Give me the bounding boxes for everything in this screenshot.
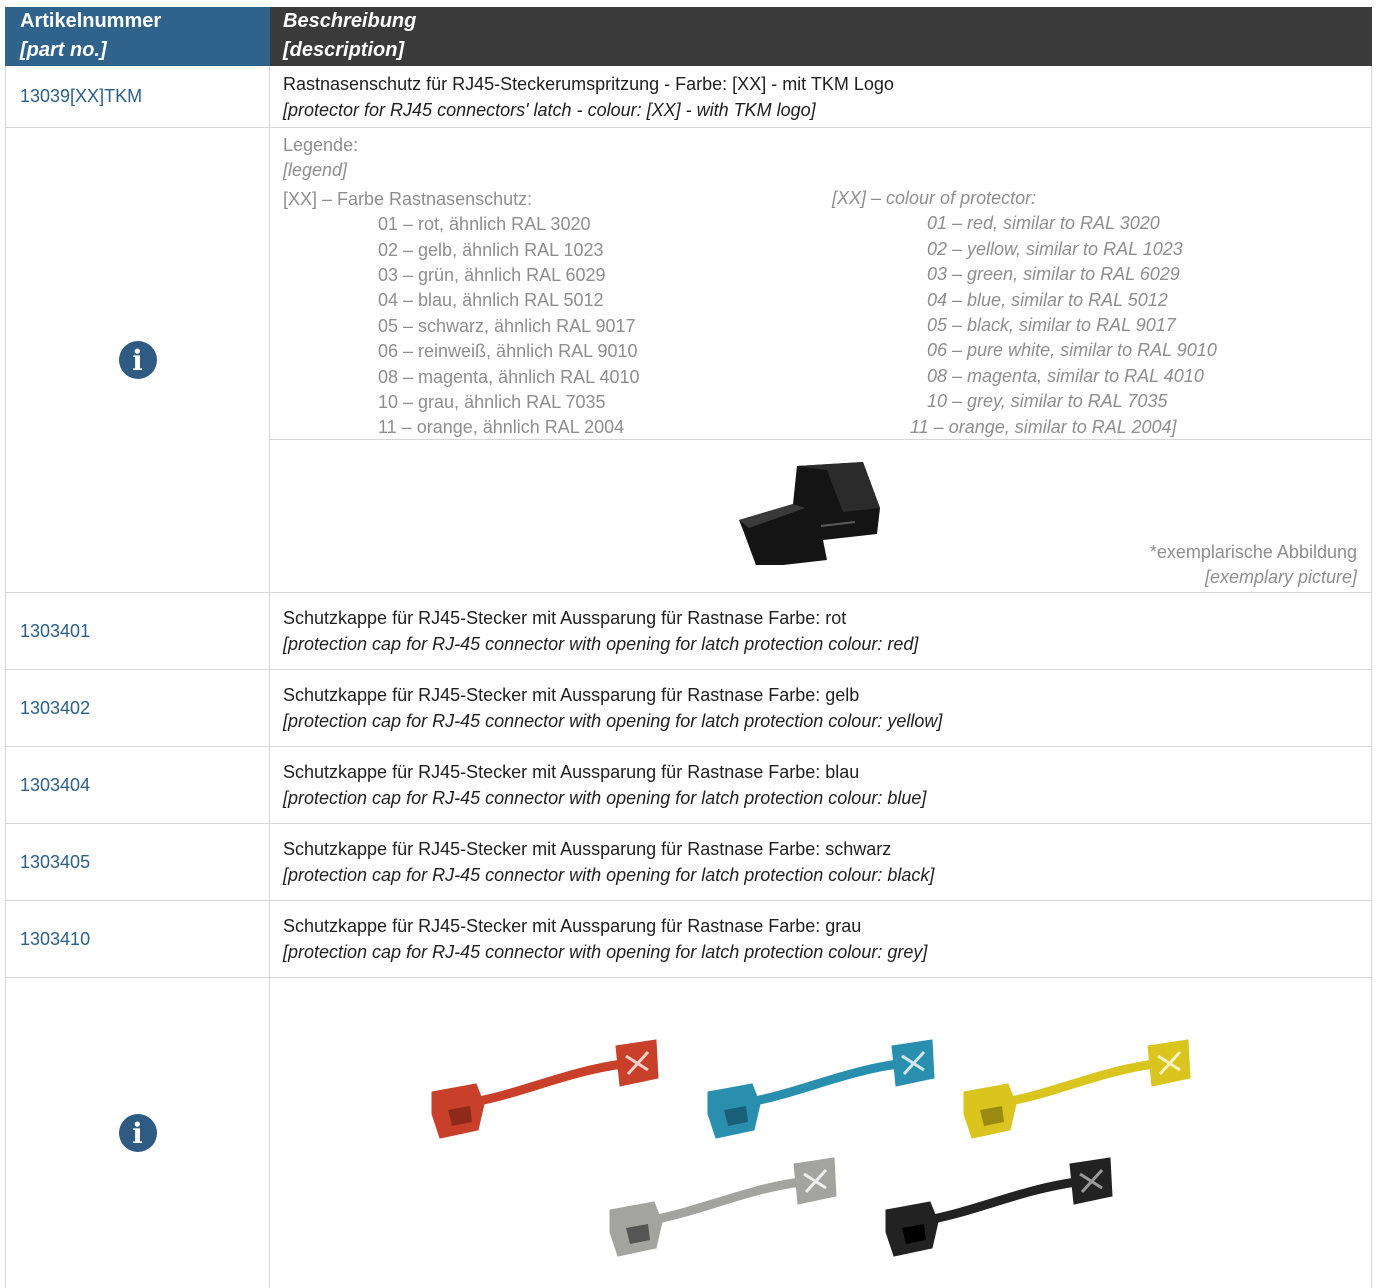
- header-part-no: Artikelnummer [part no.]: [5, 7, 270, 66]
- header-description-de: Beschreibung: [283, 10, 417, 32]
- header-description: Beschreibung [description]: [270, 7, 1372, 66]
- description-de: Schutzkappe für RJ45-Stecker mit Ausspar…: [283, 916, 862, 936]
- cap-blue: [708, 1040, 934, 1138]
- cap-black: [886, 1158, 1112, 1256]
- list-item: 01 – rot, ähnlich RAL 3020: [378, 214, 591, 235]
- description: Rastnasenschutz für RJ45-Steckerumspritz…: [270, 66, 1372, 127]
- description: Schutzkappe für RJ45-Stecker mit Ausspar…: [270, 824, 1372, 900]
- description-de: Schutzkappe für RJ45-Stecker mit Ausspar…: [283, 608, 847, 628]
- legend-heading-de: [XX] – Farbe Rastnasenschutz:: [283, 188, 533, 209]
- table-header: Artikelnummer [part no.] Beschreibung [d…: [5, 7, 1372, 66]
- legend-title-de: Legende:: [283, 135, 359, 155]
- part-number-link[interactable]: 1303410: [5, 901, 270, 977]
- table-row: 1303401 Schutzkappe für RJ45-Stecker mit…: [5, 593, 1372, 670]
- table-row: 1303404 Schutzkappe für RJ45-Stecker mit…: [5, 747, 1372, 824]
- description-de: Rastnasenschutz für RJ45-Steckerumspritz…: [283, 73, 894, 94]
- protection-caps-image: [270, 978, 1367, 1284]
- header-description-en: [description]: [283, 39, 405, 61]
- description-de: Schutzkappe für RJ45-Stecker mit Ausspar…: [283, 839, 892, 859]
- table-row: 1303410 Schutzkappe für RJ45-Stecker mit…: [5, 901, 1372, 978]
- legend-german: Legende: [legend] [XX] – Farbe Rastnasen…: [283, 133, 640, 441]
- description-en: [protection cap for RJ-45 connector with…: [283, 634, 919, 654]
- example-image-area: *exemplarische Abbildung [exemplary pict…: [270, 439, 1371, 592]
- caption-en: [exemplary picture]: [1204, 567, 1357, 587]
- description-de: Schutzkappe für RJ45-Stecker mit Ausspar…: [283, 685, 860, 705]
- list-item: 08 – magenta, similar to RAL 4010: [927, 365, 1204, 386]
- list-item: 03 – grün, ähnlich RAL 6029: [378, 265, 606, 286]
- description: Schutzkappe für RJ45-Stecker mit Ausspar…: [270, 901, 1372, 977]
- legend-english: [XX] – colour of protector: 01 – red, si…: [832, 183, 1217, 440]
- description: Schutzkappe für RJ45-Stecker mit Ausspar…: [270, 670, 1372, 746]
- list-item: 11 – orange, ähnlich RAL 2004: [378, 417, 625, 438]
- cap-red: [432, 1040, 658, 1138]
- list-item: 10 – grau, ähnlich RAL 7035: [378, 392, 606, 413]
- info-icon[interactable]: i: [118, 1114, 157, 1152]
- legend-items-de: 01 – rot, ähnlich RAL 3020 02 – gelb, äh…: [283, 212, 640, 441]
- description-en: [protection cap for RJ-45 connector with…: [283, 942, 928, 962]
- caps-image-cell: [270, 978, 1372, 1288]
- info-icon[interactable]: i: [118, 341, 157, 379]
- legend-title-en: [legend]: [283, 160, 348, 181]
- legend-cell: Legende: [legend] [XX] – Farbe Rastnasen…: [270, 128, 1372, 592]
- part-number-link[interactable]: 1303402: [5, 670, 270, 746]
- list-item: 05 – black, similar to RAL 9017: [927, 315, 1176, 336]
- part-number-link[interactable]: 13039[XX]TKM: [5, 66, 270, 127]
- cap-yellow: [964, 1040, 1190, 1138]
- table-row: 13039[XX]TKM Rastnasenschutz für RJ45-St…: [5, 66, 1372, 128]
- description-en: [protection cap for RJ-45 connector with…: [283, 865, 935, 885]
- caption-de: *exemplarische Abbildung: [1149, 542, 1357, 562]
- description-en: [protection cap for RJ-45 connector with…: [283, 788, 927, 808]
- list-item: 06 – reinweiß, ähnlich RAL 9010: [378, 341, 638, 362]
- list-item: 02 – gelb, ähnlich RAL 1023: [378, 239, 604, 260]
- description: Schutzkappe für RJ45-Stecker mit Ausspar…: [270, 593, 1372, 669]
- list-item: 08 – magenta, ähnlich RAL 4010: [378, 366, 640, 387]
- legend-items-en: 01 – red, similar to RAL 3020 02 – yello…: [832, 211, 1217, 440]
- caps-image-row: i: [5, 978, 1372, 1288]
- list-item: 11 – orange, similar to RAL 2004]: [910, 416, 1177, 437]
- header-part-no-en: [part no.]: [20, 39, 107, 61]
- info-cell: i: [5, 128, 270, 592]
- header-part-no-de: Artikelnummer: [20, 10, 162, 32]
- color-legend: Legende: [legend] [XX] – Farbe Rastnasen…: [270, 128, 1371, 439]
- list-item: 06 – pure white, similar to RAL 9010: [927, 340, 1217, 361]
- legend-row: i Legende: [legend] [XX] – Farbe Rastnas…: [5, 128, 1372, 593]
- part-number-link[interactable]: 1303405: [5, 824, 270, 900]
- cap-grey: [610, 1158, 836, 1256]
- legend-heading-en: [XX] – colour of protector:: [832, 188, 1037, 208]
- image-caption: *exemplarische Abbildung [exemplary pict…: [1150, 540, 1357, 590]
- table-row: 1303402 Schutzkappe für RJ45-Stecker mit…: [5, 670, 1372, 747]
- description-de: Schutzkappe für RJ45-Stecker mit Ausspar…: [283, 762, 860, 782]
- part-number-link[interactable]: 1303401: [5, 593, 270, 669]
- latch-protector-image: [739, 462, 880, 565]
- description-en: [protection cap for RJ-45 connector with…: [283, 711, 943, 731]
- info-cell: i: [5, 978, 270, 1288]
- list-item: 04 – blue, similar to RAL 5012: [927, 289, 1168, 310]
- description-en: [protector for RJ45 connectors' latch - …: [283, 99, 816, 120]
- list-item: 03 – green, similar to RAL 6029: [927, 264, 1180, 285]
- list-item: 05 – schwarz, ähnlich RAL 9017: [378, 315, 636, 336]
- list-item: 01 – red, similar to RAL 3020: [927, 213, 1160, 234]
- parts-table: Artikelnummer [part no.] Beschreibung [d…: [5, 7, 1372, 1288]
- list-item: 10 – grey, similar to RAL 7035: [927, 391, 1168, 412]
- list-item: 02 – yellow, similar to RAL 1023: [927, 238, 1183, 259]
- description: Schutzkappe für RJ45-Stecker mit Ausspar…: [270, 747, 1372, 823]
- table-row: 1303405 Schutzkappe für RJ45-Stecker mit…: [5, 824, 1372, 901]
- list-item: 04 – blau, ähnlich RAL 5012: [378, 290, 604, 311]
- part-number-link[interactable]: 1303404: [5, 747, 270, 823]
